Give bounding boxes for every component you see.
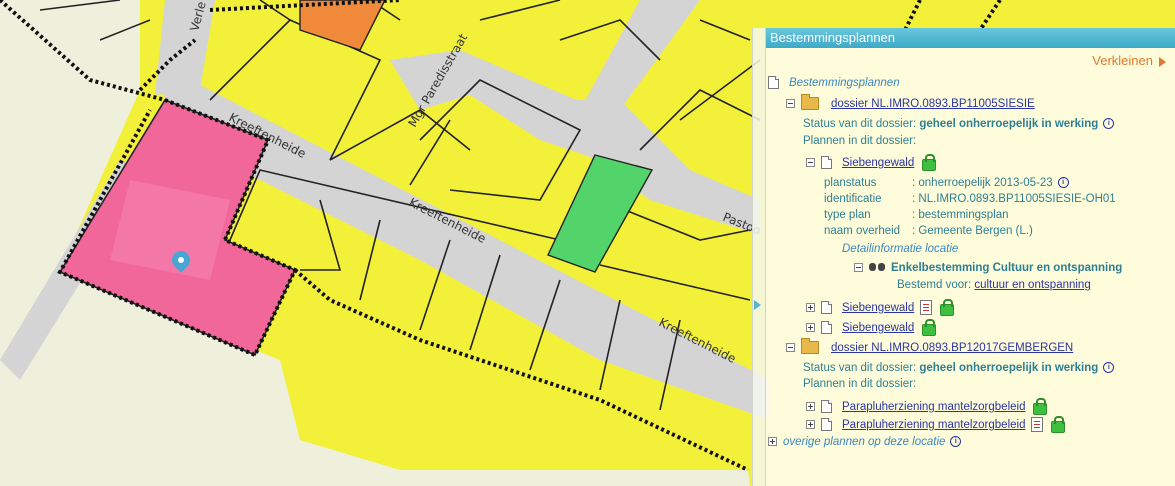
detail-value: : bestemmingsplan — [912, 209, 1009, 221]
plan-row[interactable]: Siebengewald — [806, 298, 955, 316]
status-prefix: Status van dit dossier: — [803, 362, 917, 374]
book-icon — [920, 300, 933, 316]
lock-icon — [922, 153, 937, 171]
status-value: geheel onherroepelijk in werking — [919, 362, 1099, 374]
document-icon — [821, 301, 832, 315]
document-icon — [821, 418, 832, 432]
bestemd-prefix: Bestemd voor: — [897, 279, 972, 291]
plan-link[interactable]: Parapluherziening mantelzorgbeleid — [842, 419, 1025, 431]
plans-label-text: Plannen in dit dossier: — [803, 378, 917, 390]
detail-label: identificatie — [824, 193, 882, 205]
plans-label: Plannen in dit dossier: — [803, 376, 916, 392]
tree-root: Bestemmingsplannen — [768, 75, 900, 91]
expand-icon[interactable] — [768, 437, 777, 447]
detail-label: type plan — [824, 209, 871, 221]
other-plans-row[interactable]: overige plannen op deze locatie i — [768, 434, 962, 450]
book-icon — [1031, 417, 1044, 433]
status-value: geheel onherroepelijk in werking — [919, 118, 1099, 130]
plan-link[interactable]: Siebengewald — [842, 157, 914, 169]
expand-icon[interactable] — [806, 323, 815, 333]
detail-label: naam overheid — [824, 225, 901, 237]
expand-arrow-icon[interactable] — [754, 300, 761, 310]
plan-link[interactable]: Siebengewald — [842, 322, 914, 334]
plan-detail-row: identificatie : NL.IMRO.0893.BP11005SIESI… — [824, 191, 1116, 207]
plan-link[interactable]: Siebengewald — [842, 302, 914, 314]
info-icon[interactable]: i — [1057, 177, 1069, 189]
folder-icon — [801, 94, 819, 111]
detail-label: planstatus — [824, 177, 877, 189]
detail-value: : NL.IMRO.0893.BP11005SIESIE-OH01 — [912, 193, 1116, 205]
bestemming-title: Enkelbestemming Cultuur en ontspanning — [891, 262, 1123, 274]
collapse-button[interactable]: Verkleinen — [1092, 53, 1166, 68]
bestemd-link[interactable]: cultuur en ontspanning — [974, 279, 1090, 291]
dossier-link[interactable]: dossier NL.IMRO.0893.BP11005SIESIE — [831, 98, 1035, 110]
document-icon — [768, 76, 779, 90]
other-plans-label[interactable]: overige plannen op deze locatie — [783, 436, 945, 448]
status-prefix: Status van dit dossier: — [803, 118, 917, 130]
arrow-right-icon — [1159, 56, 1166, 67]
collapse-icon[interactable] — [806, 158, 815, 168]
detail-info-label: Detailinformatie locatie — [842, 243, 959, 255]
dossier-row[interactable]: dossier NL.IMRO.0893.BP11005SIESIE — [786, 94, 1035, 112]
info-icon[interactable]: i — [1103, 362, 1115, 374]
dossier-link[interactable]: dossier NL.IMRO.0893.BP12017GEMBERGEN — [831, 342, 1073, 354]
panel-title: Bestemmingsplannen — [766, 28, 1175, 48]
panel-toggle-strip[interactable] — [752, 28, 766, 486]
detail-value: : Gemeente Bergen (L.) — [912, 225, 1033, 237]
plans-label: Plannen in dit dossier: — [803, 133, 916, 149]
detail-info-header[interactable]: Detailinformatie locatie — [842, 241, 958, 257]
lock-icon — [922, 318, 937, 336]
document-icon — [821, 400, 832, 414]
collapse-label: Verkleinen — [1092, 53, 1153, 68]
plan-row[interactable]: Siebengewald — [806, 153, 937, 171]
tree-root-label: Bestemmingsplannen — [789, 77, 900, 89]
info-icon[interactable]: i — [950, 436, 962, 448]
expand-icon[interactable] — [806, 420, 815, 430]
dossier-status: Status van dit dossier: geheel onherroep… — [803, 116, 1115, 132]
expand-icon[interactable] — [806, 303, 815, 313]
bestemd-voor-row: Bestemd voor: cultuur en ontspanning — [897, 277, 1091, 293]
plan-row[interactable]: Parapluherziening mantelzorgbeleid — [806, 397, 1048, 415]
plans-label-text: Plannen in dit dossier: — [803, 135, 917, 147]
plan-link[interactable]: Parapluherziening mantelzorgbeleid — [842, 401, 1025, 413]
document-icon — [821, 156, 832, 170]
bestemming-row: Enkelbestemming Cultuur en ontspanning — [854, 260, 1122, 276]
plan-detail-row: naam overheid : Gemeente Bergen (L.) — [824, 223, 1033, 239]
collapse-icon[interactable] — [786, 99, 795, 109]
info-icon[interactable]: i — [1103, 118, 1115, 130]
lock-icon — [1051, 415, 1066, 433]
expand-icon[interactable] — [806, 402, 815, 412]
collapse-icon[interactable] — [854, 263, 863, 273]
plan-row[interactable]: Parapluherziening mantelzorgbeleid — [806, 415, 1066, 433]
document-icon — [821, 321, 832, 335]
dossier-row[interactable]: dossier NL.IMRO.0893.BP12017GEMBERGEN — [786, 338, 1073, 356]
lock-icon — [1033, 397, 1048, 415]
dossier-status: Status van dit dossier: geheel onherroep… — [803, 360, 1115, 376]
collapse-icon[interactable] — [786, 343, 795, 353]
lock-icon — [940, 298, 955, 316]
folder-icon — [801, 338, 819, 355]
detail-value: : onherroepelijk 2013-05-23 — [912, 177, 1053, 189]
bestemmingsplannen-panel: Bestemmingsplannen Verkleinen Bestemming… — [765, 28, 1175, 486]
plan-detail-row: type plan : bestemmingsplan — [824, 207, 1009, 223]
plan-row[interactable]: Siebengewald — [806, 318, 937, 336]
plan-detail-row: planstatus : onherroepelijk 2013-05-23 i — [824, 175, 1069, 191]
binoculars-icon — [869, 263, 885, 272]
